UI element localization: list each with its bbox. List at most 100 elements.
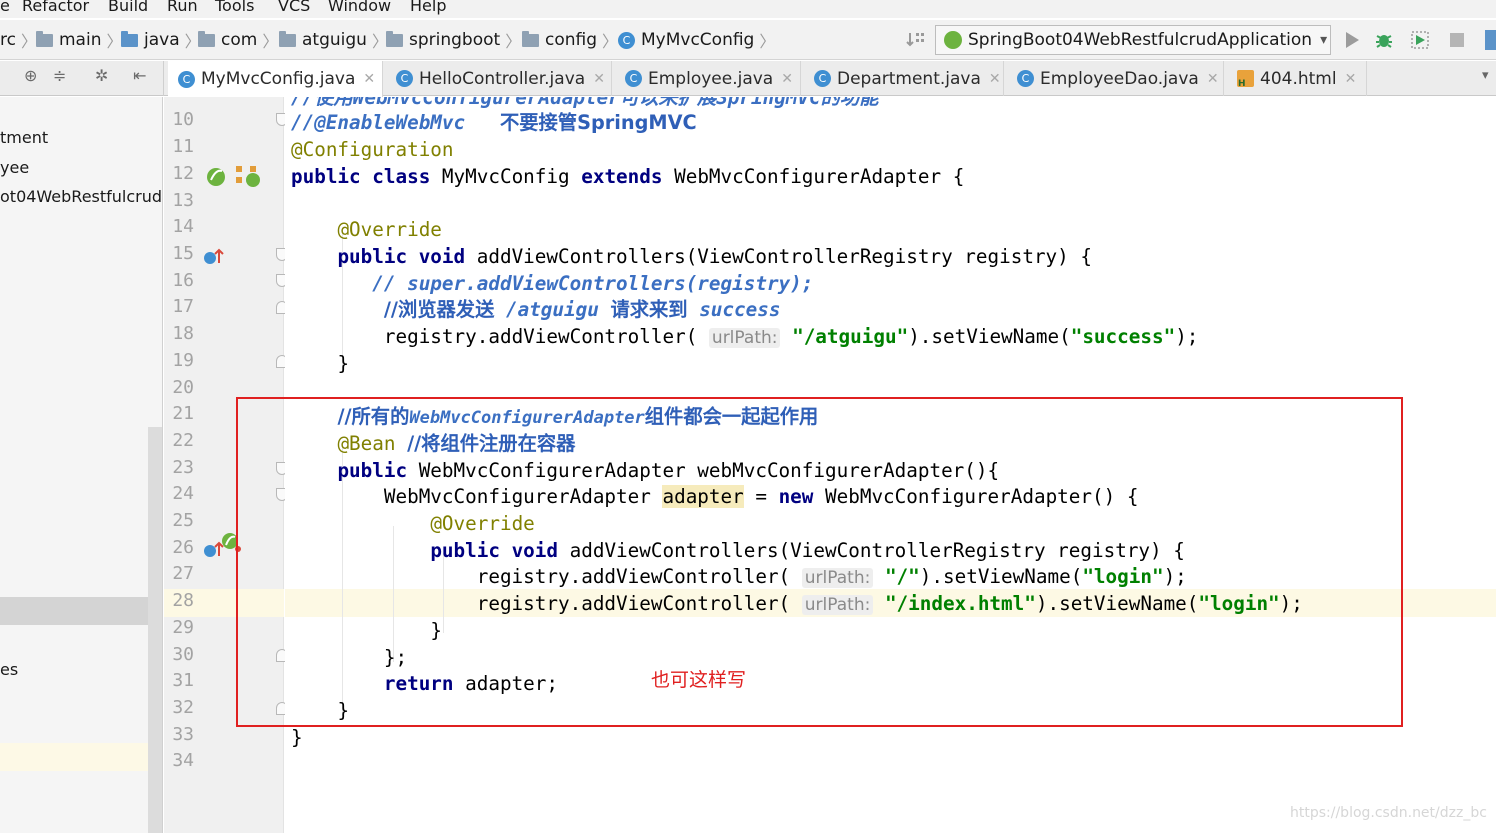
line-number: 12 — [172, 163, 194, 184]
keyword-text: extends — [581, 165, 663, 188]
code-text: registry.addViewController( — [383, 325, 698, 348]
comment-text: 请求来到 — [610, 298, 688, 321]
tab-department[interactable]: C Department.java ✕ — [804, 61, 1004, 96]
folder-icon — [36, 30, 53, 47]
project-scrollbar[interactable] — [148, 427, 162, 833]
gear-icon[interactable]: ✲ — [95, 66, 108, 85]
code-text: WebMvcConfigurerAdapter { — [674, 165, 965, 188]
coverage-icon[interactable] — [1410, 30, 1430, 50]
override-method-icon[interactable] — [202, 247, 224, 267]
comment-text: 不要接管SpringMVC — [499, 111, 697, 134]
tab-employeedao[interactable]: C EmployeeDao.java ✕ — [1007, 61, 1224, 96]
stop-icon[interactable] — [1447, 30, 1467, 50]
build-project-icon[interactable] — [906, 30, 926, 50]
tree-item[interactable]: yee — [0, 158, 29, 177]
line-number: 26 — [172, 537, 194, 558]
class-icon: C — [814, 70, 831, 87]
class-icon: C — [618, 31, 635, 49]
breadcrumb-atguigu[interactable]: atguigu 〉 — [279, 29, 388, 51]
override-method-icon[interactable] — [202, 540, 224, 560]
close-icon[interactable]: ✕ — [781, 71, 793, 87]
line-number: 33 — [172, 724, 194, 745]
tree-item[interactable]: ot04WebRestfulcrud — [0, 187, 162, 206]
breadcrumb-label: springboot — [409, 30, 501, 50]
tab-404-html[interactable]: 404.html ✕ — [1227, 61, 1367, 96]
breadcrumb-java[interactable]: java 〉 — [121, 29, 201, 51]
menu-item-vcs[interactable]: VCS — [278, 0, 310, 15]
package-icon — [386, 30, 403, 47]
tab-employee[interactable]: C Employee.java ✕ — [615, 61, 801, 96]
close-icon[interactable]: ✕ — [989, 71, 1001, 87]
chevron-right-icon: 〉 — [20, 32, 37, 51]
code-line-18: registry.addViewController( urlPath: "/a… — [291, 323, 1198, 350]
line-number: 27 — [172, 563, 194, 584]
spring-config-icon[interactable] — [234, 163, 262, 189]
tab-label: Department.java — [837, 68, 981, 89]
breadcrumb-config[interactable]: config 〉 — [522, 29, 618, 51]
line-number: 32 — [172, 697, 194, 718]
tree-item[interactable]: es — [0, 660, 18, 679]
breadcrumb-label: MyMvcConfig — [641, 30, 755, 50]
tree-item[interactable]: tment — [0, 128, 48, 147]
project-tool-window: tment yee ot04WebRestfulcrud es — [0, 97, 163, 833]
class-icon: C — [625, 70, 642, 87]
chevron-right-icon: 〉 — [505, 32, 522, 51]
line-number: 21 — [172, 403, 194, 424]
project-structure-icon[interactable] — [1485, 30, 1496, 50]
line-number: 34 — [172, 750, 194, 771]
menu-item-help[interactable]: Help — [410, 0, 446, 15]
menu-item-build[interactable]: Build — [108, 0, 148, 15]
tree-row-highlight — [0, 743, 148, 771]
class-icon: C — [1017, 70, 1034, 87]
breadcrumb-mymvcconfig[interactable]: C MyMvcConfig 〉 — [618, 29, 775, 51]
debug-icon[interactable] — [1374, 30, 1394, 50]
tab-list-chevron-icon[interactable]: ▾ — [1482, 68, 1489, 83]
collapse-all-icon[interactable]: ≑ — [53, 66, 66, 85]
tab-mymvcconfig[interactable]: C MyMvcConfig.java ✕ — [168, 61, 383, 97]
menu-item-refactor-cut[interactable]: e — [0, 0, 10, 15]
package-icon — [522, 30, 539, 47]
code-line-19: } — [291, 350, 349, 377]
locate-icon[interactable]: ⊕ — [24, 66, 37, 85]
line-number: 28 — [172, 590, 194, 611]
selected-tree-row[interactable] — [0, 597, 148, 625]
keyword-text: public void — [337, 245, 466, 268]
hide-panel-icon[interactable]: ⇤ — [133, 66, 146, 85]
run-icon[interactable] — [1342, 30, 1362, 50]
spring-bean-icon[interactable] — [206, 165, 232, 189]
annotation-note: 也可这样写 — [651, 669, 747, 691]
run-configuration-select[interactable]: SpringBoot04WebRestfulcrudApplication ▾ — [935, 25, 1331, 55]
breadcrumb-main[interactable]: main 〉 — [36, 29, 123, 51]
breadcrumb-com[interactable]: com 〉 — [198, 29, 278, 51]
breadcrumb-label: java — [144, 30, 180, 50]
breadcrumb-src[interactable]: rc 〉 — [0, 29, 37, 51]
class-icon: C — [178, 70, 195, 88]
close-icon[interactable]: ✕ — [593, 71, 605, 87]
code-text: ); — [1175, 325, 1199, 348]
menu-item-tools[interactable]: Tools — [215, 0, 254, 15]
line-number: 23 — [172, 457, 194, 478]
source-folder-icon — [121, 30, 138, 47]
line-number: 20 — [172, 377, 194, 398]
keyword-text: public — [291, 165, 361, 188]
menu-item-window[interactable]: Window — [328, 0, 391, 15]
line-number: 17 — [172, 296, 194, 317]
tab-hellocontroller[interactable]: C HelloController.java ✕ — [386, 61, 612, 96]
close-icon[interactable]: ✕ — [363, 71, 375, 87]
editor-tab-bar: ⊕ ≑ ✲ ⇤ C MyMvcConfig.java ✕ C HelloControl… — [0, 61, 1496, 97]
chevron-right-icon: 〉 — [602, 32, 619, 51]
menu-item-refactor[interactable]: Refactor — [22, 0, 89, 15]
package-icon — [279, 30, 296, 47]
breadcrumb-springboot[interactable]: springboot 〉 — [386, 29, 521, 51]
class-icon: C — [396, 70, 413, 87]
parameter-hint: urlPath: — [708, 328, 781, 348]
line-number: 11 — [172, 136, 194, 157]
comment-text: success — [699, 298, 781, 321]
close-icon[interactable]: ✕ — [1207, 71, 1219, 87]
tab-label: MyMvcConfig.java — [201, 69, 356, 89]
menu-item-run[interactable]: Run — [167, 0, 198, 15]
code-text: } — [337, 352, 350, 375]
annotation-text: @Configuration — [291, 138, 454, 161]
close-icon[interactable]: ✕ — [1345, 71, 1357, 87]
package-icon — [198, 30, 215, 47]
